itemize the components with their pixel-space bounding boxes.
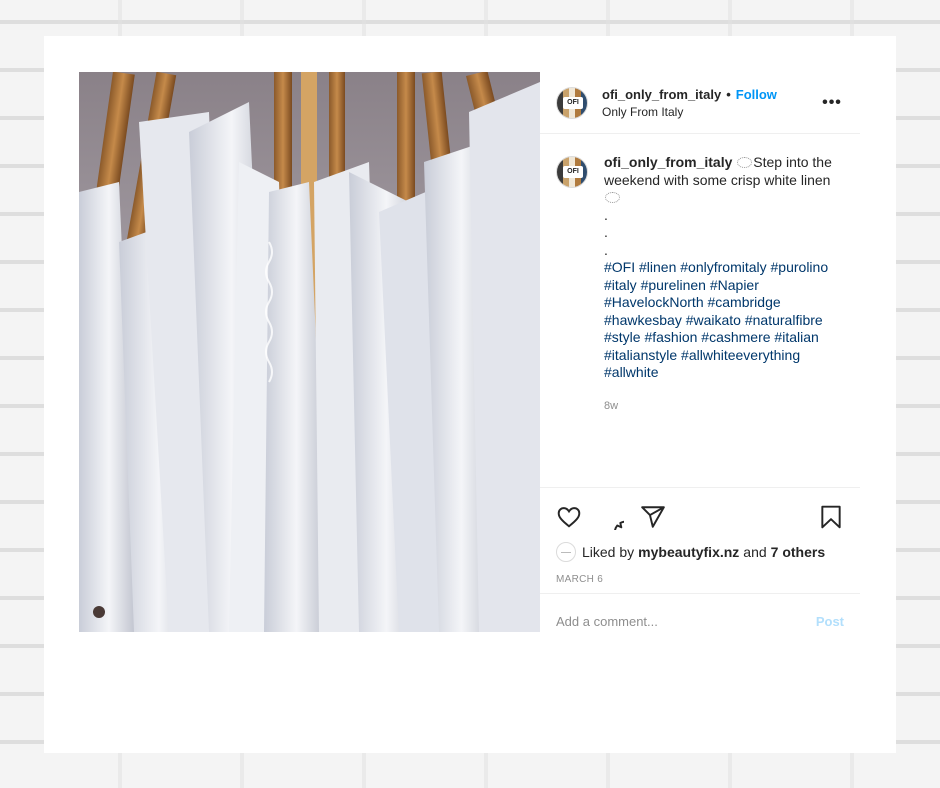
likes-summary: Liked by mybeautyfix.nz and 7 others — [540, 536, 860, 562]
caption-text: ofi_only_from_italy Step into the weeken… — [604, 154, 844, 487]
separator-dot: • — [726, 86, 731, 102]
caption-dot: . — [604, 224, 608, 240]
account-avatar[interactable]: OFI — [556, 86, 588, 119]
caption-username[interactable]: ofi_only_from_italy — [604, 154, 732, 170]
comment-icon[interactable] — [598, 504, 624, 530]
bookmark-icon[interactable] — [818, 504, 844, 530]
avatar-logo-text: OFI — [563, 96, 583, 109]
caption-section: OFI ofi_only_from_italy Step into the we… — [540, 134, 860, 488]
post-header: OFI ofi_only_from_italy • Follow Only Fr… — [540, 72, 860, 134]
heart-icon[interactable] — [556, 504, 582, 530]
more-options-icon[interactable]: ••• — [820, 94, 844, 112]
liked-by-prefix: Liked by — [582, 544, 635, 560]
post-comment-button[interactable]: Post — [816, 614, 844, 629]
liked-by-others[interactable]: 7 others — [771, 544, 825, 560]
action-bar — [540, 488, 860, 536]
caption-dot: . — [604, 241, 608, 258]
post-side-panel: OFI ofi_only_from_italy • Follow Only Fr… — [540, 72, 860, 632]
caption-dot: . — [604, 206, 608, 223]
post-date[interactable]: MARCH 6 — [540, 562, 860, 594]
liked-by-user[interactable]: mybeautyfix.nz — [638, 544, 739, 560]
post-age[interactable]: 8w — [604, 398, 844, 416]
share-icon[interactable] — [640, 504, 666, 530]
follow-button[interactable]: Follow — [736, 87, 777, 102]
hashtags[interactable]: #OFI #linen #onlyfromitaly #purolino #it… — [604, 259, 844, 382]
caption-avatar[interactable]: OFI — [556, 156, 588, 188]
post-photo[interactable] — [79, 72, 540, 632]
white-linen-shirts-image — [79, 72, 540, 632]
comment-row: Post — [540, 594, 860, 648]
location-link[interactable]: Only From Italy — [602, 105, 820, 119]
comment-input[interactable] — [556, 613, 816, 629]
speech-bubble-icon — [605, 192, 620, 203]
speech-bubble-icon — [737, 157, 753, 168]
avatar-logo-text: OFI — [563, 166, 583, 178]
liked-by-and: and — [743, 544, 767, 560]
username-link[interactable]: ofi_only_from_italy — [602, 87, 721, 102]
liker-avatar[interactable] — [556, 542, 576, 562]
